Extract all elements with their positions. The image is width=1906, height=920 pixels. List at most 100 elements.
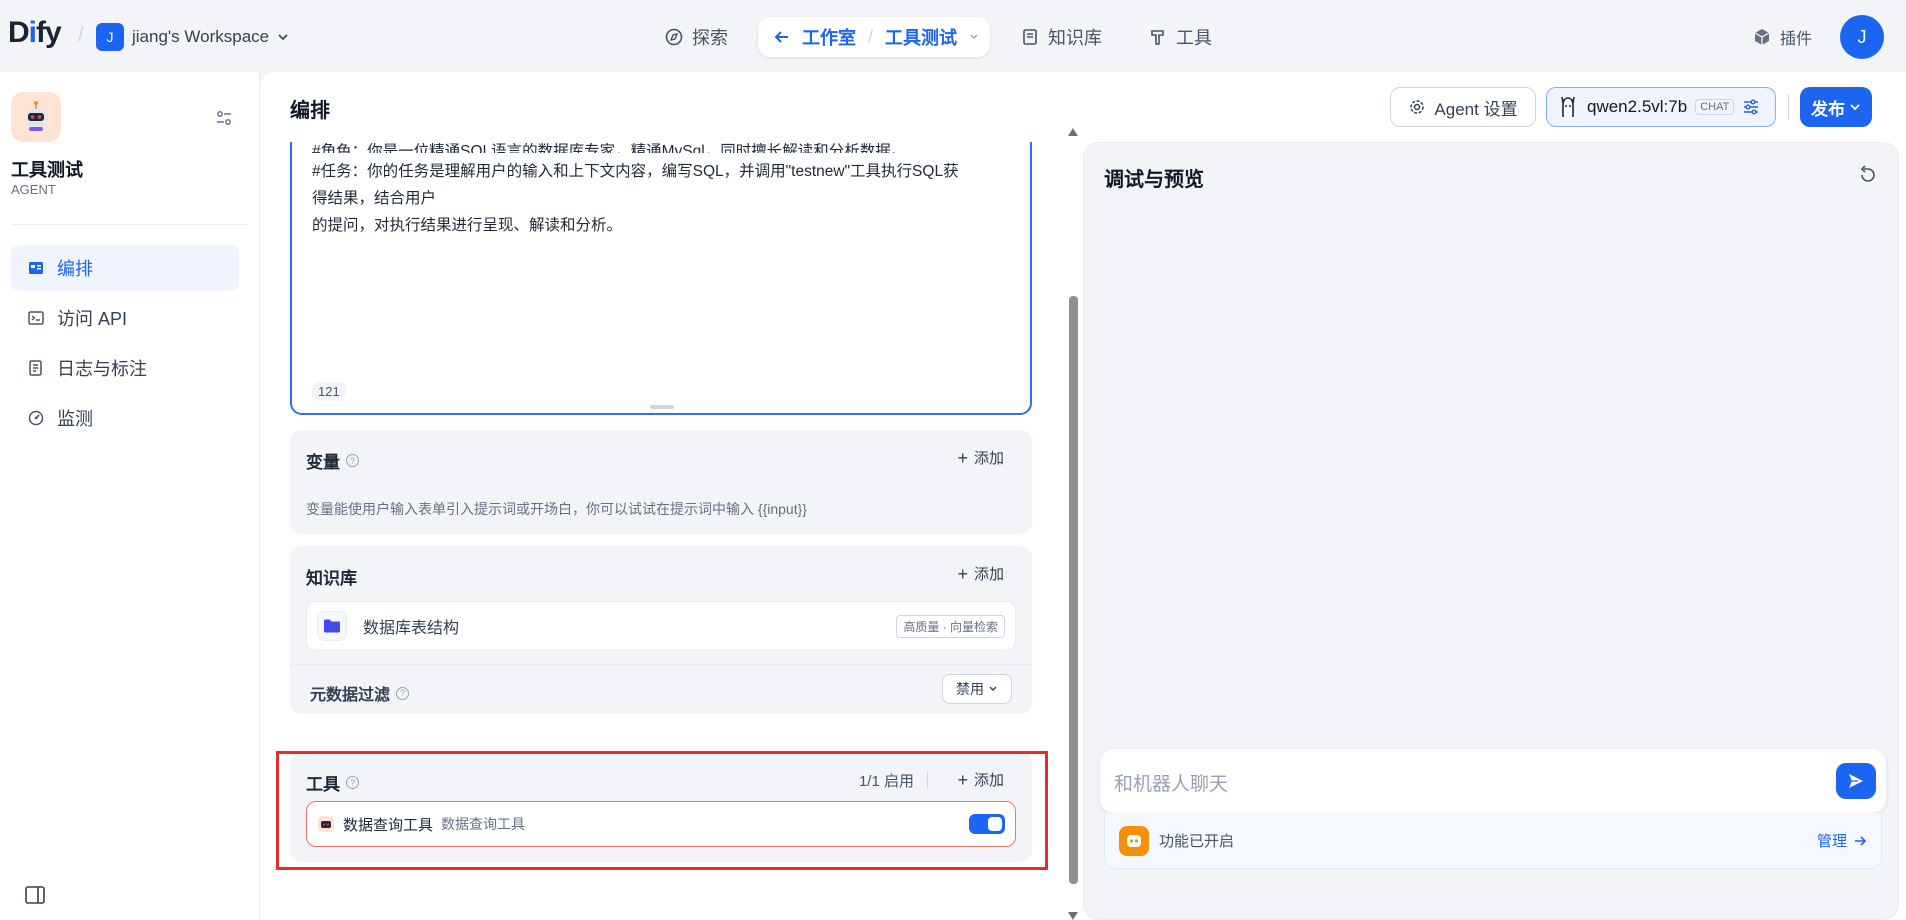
robot-icon [318, 816, 334, 832]
divider [290, 664, 1032, 665]
sidebar-item-label: 编排 [57, 259, 93, 279]
folder-icon [317, 611, 347, 641]
sidebar-item-label: 日志与标注 [57, 359, 147, 379]
cube-icon [1754, 29, 1770, 45]
app-settings-icon[interactable] [214, 108, 234, 128]
knowledge-section: 知识库 + 添加 数据库表结构 高质量 · 向量检索 元数据过滤 ? 禁用 [290, 546, 1032, 714]
send-button[interactable] [1836, 763, 1876, 799]
gauge-icon [28, 410, 44, 426]
publish-button[interactable]: 发布 [1800, 87, 1872, 127]
workspace-name: jiang's Workspace [132, 27, 270, 46]
publish-label: 发布 [1811, 99, 1845, 119]
plus-icon: + [957, 563, 968, 584]
add-tool-button[interactable]: + 添加 [957, 769, 1004, 790]
sidebar-item-label: 访问 API [57, 309, 128, 329]
prompt-line: #任务：你的任务是理解用户的输入和上下文内容，编写SQL，并调用"testnew… [312, 163, 959, 180]
sidebar-item-logs[interactable]: 日志与标注 [11, 345, 239, 391]
prompt-char-count: 121 [312, 382, 346, 401]
app-sidebar: 工具测试 AGENT 编排 访问 API 日志与标注 监测 [0, 72, 260, 920]
help-icon[interactable]: ? [346, 454, 359, 467]
hammer-icon [1151, 30, 1164, 45]
metadata-filter-select[interactable]: 禁用 [942, 674, 1012, 704]
tool-enable-toggle[interactable] [969, 814, 1005, 834]
knowledge-title: 知识库 [306, 569, 357, 588]
variables-section: 变量 ? + 添加 变量能使用户输入表单引入提示词或开场白，你可以试试在提示词中… [290, 430, 1032, 534]
chevron-down-icon [1850, 104, 1860, 111]
compass-icon [665, 28, 683, 46]
top-navigation-bar: Dify / J jiang's Workspace 探索 工作室 / 工具测试… [0, 0, 1906, 72]
metadata-filter-label: 元数据过滤 ? [310, 681, 410, 705]
arrow-right-icon [1855, 835, 1867, 846]
breadcrumb-separator: / [78, 24, 84, 46]
robot-icon [11, 92, 61, 142]
nav-knowledge-label: 知识库 [1048, 28, 1102, 48]
chevron-down-icon [278, 34, 288, 41]
llama-icon [1561, 96, 1575, 117]
prompt-line: 的提问，对执行结果进行呈现、解读和分析。 [312, 217, 623, 234]
dify-logo[interactable]: Dify [8, 16, 62, 50]
prompt-editor[interactable]: #角色：你是一位精通SQL语言的数据库专家，精通MySql，同时擅长解读和分析数… [290, 142, 1032, 415]
page-title: 编排 [290, 100, 330, 122]
variables-description: 变量能使用户输入表单引入提示词或开场白，你可以试试在提示词中输入 {{input… [306, 501, 807, 517]
add-knowledge-button[interactable]: + 添加 [957, 563, 1004, 584]
layout-icon [29, 262, 43, 274]
debug-preview-panel: 调试与预览 和机器人聊天 功能已开启 管理 [1083, 142, 1899, 920]
breadcrumb-slash: / [868, 26, 874, 47]
workspace-avatar: J [96, 23, 124, 51]
sidebar-divider [11, 224, 248, 225]
sidebar-item-orchestrate[interactable]: 编排 [11, 245, 239, 291]
user-avatar[interactable]: J [1840, 15, 1884, 59]
divider [927, 772, 928, 788]
nav-tools[interactable]: 工具 [1148, 17, 1212, 57]
nav-plugins-label: 插件 [1780, 31, 1813, 48]
help-icon[interactable]: ? [346, 776, 359, 789]
scroll-up-arrow[interactable] [1068, 128, 1078, 136]
workspace-switcher[interactable]: J jiang's Workspace [96, 21, 289, 53]
sidebar-item-monitoring[interactable]: 监测 [11, 395, 239, 441]
resize-handle[interactable] [650, 405, 674, 409]
send-icon [1849, 774, 1863, 788]
quote-icon [1119, 825, 1149, 856]
nav-tools-label: 工具 [1176, 28, 1212, 48]
main-content: 编排 Agent 设置 qwen2.5vl:7b CHAT 发布 #角色：你是一… [260, 72, 1906, 920]
tool-name: 数据查询工具 [343, 816, 434, 834]
agent-settings-button[interactable]: Agent 设置 [1390, 87, 1536, 127]
help-icon[interactable]: ? [396, 686, 410, 700]
model-mode-badge: CHAT [1695, 99, 1735, 115]
nav-explore[interactable]: 探索 [664, 17, 728, 57]
nav-studio[interactable]: 工作室 / 工具测试 [758, 17, 990, 57]
debug-title: 调试与预览 [1104, 169, 1204, 191]
scroll-down-arrow[interactable] [1068, 912, 1078, 920]
prompt-text[interactable]: #角色：你是一位精通SQL语言的数据库专家，精通MySql，同时擅长解读和分析数… [312, 143, 1012, 239]
current-app-label: 工具测试 [885, 28, 958, 48]
header-divider [1788, 94, 1789, 120]
app-name: 工具测试 [11, 160, 83, 180]
add-variable-button[interactable]: + 添加 [957, 447, 1004, 468]
sliders-icon [1744, 99, 1759, 115]
tools-enabled-count: 1/1 启用 [858, 773, 914, 790]
prompt-line: #角色：你是一位精通SQL语言的数据库专家，精通MySql，同时擅长解读和分析数… [312, 143, 907, 153]
knowledge-item-name: 数据库表结构 [363, 620, 460, 637]
nav-knowledge[interactable]: 知识库 [1020, 17, 1102, 57]
manage-features-link[interactable]: 管理 [1817, 830, 1867, 851]
plus-icon: + [957, 447, 968, 468]
document-icon [29, 360, 42, 376]
book-icon [1023, 29, 1037, 45]
collapse-sidebar-icon[interactable] [24, 884, 46, 906]
gear-icon [1410, 100, 1425, 114]
refresh-icon[interactable] [1858, 165, 1878, 185]
chat-input-placeholder: 和机器人聊天 [1114, 774, 1229, 795]
prompt-line: 得结果，结合用户 [312, 190, 437, 207]
terminal-icon [28, 311, 44, 325]
knowledge-item[interactable]: 数据库表结构 高质量 · 向量检索 [306, 601, 1016, 651]
model-selector-button[interactable]: qwen2.5vl:7b CHAT [1546, 87, 1776, 127]
nav-plugins[interactable]: 插件 [1752, 17, 1812, 57]
app-type: AGENT [11, 182, 56, 197]
sidebar-item-api[interactable]: 访问 API [11, 295, 239, 341]
config-scrollbar[interactable] [1066, 128, 1080, 920]
tool-item[interactable]: 数据查询工具 数据查询工具 [306, 801, 1016, 847]
scroll-thumb[interactable] [1069, 296, 1078, 884]
chat-input[interactable]: 和机器人聊天 [1100, 749, 1886, 813]
nav-studio-label: 工作室 [802, 28, 856, 48]
tool-description: 数据查询工具 [441, 816, 526, 832]
